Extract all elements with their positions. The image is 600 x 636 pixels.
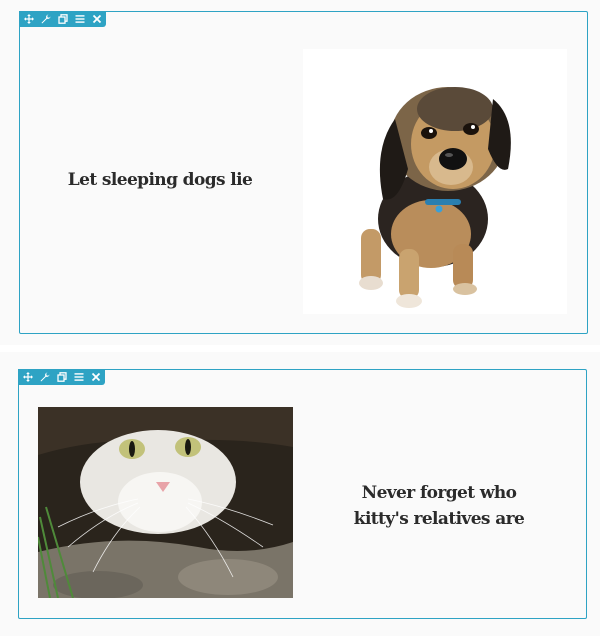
move-icon[interactable] [23, 372, 33, 382]
section-dogs: Let sleeping dogs lie [0, 0, 600, 345]
wrench-icon[interactable] [41, 14, 51, 24]
close-icon[interactable] [92, 14, 102, 24]
duplicate-icon[interactable] [58, 14, 68, 24]
duplicate-icon[interactable] [57, 372, 67, 382]
move-icon[interactable] [24, 14, 34, 24]
dog-photo[interactable] [303, 49, 567, 314]
close-icon[interactable] [91, 372, 101, 382]
menu-icon[interactable] [74, 372, 84, 382]
menu-icon[interactable] [75, 14, 85, 24]
block-toolbar [18, 369, 105, 385]
content-block-2[interactable]: Never forget who kitty's relatives are [18, 369, 587, 619]
cat-photo[interactable] [38, 407, 293, 598]
content-block-1[interactable]: Let sleeping dogs lie [19, 11, 588, 334]
page: Let sleeping dogs lie Never forget who k… [0, 0, 600, 636]
wrench-icon[interactable] [40, 372, 50, 382]
quote-text: Let sleeping dogs lie [67, 170, 253, 190]
quote-text: Never forget who kitty's relatives are [353, 483, 525, 529]
section-divider [0, 345, 600, 352]
block-toolbar [19, 11, 106, 27]
